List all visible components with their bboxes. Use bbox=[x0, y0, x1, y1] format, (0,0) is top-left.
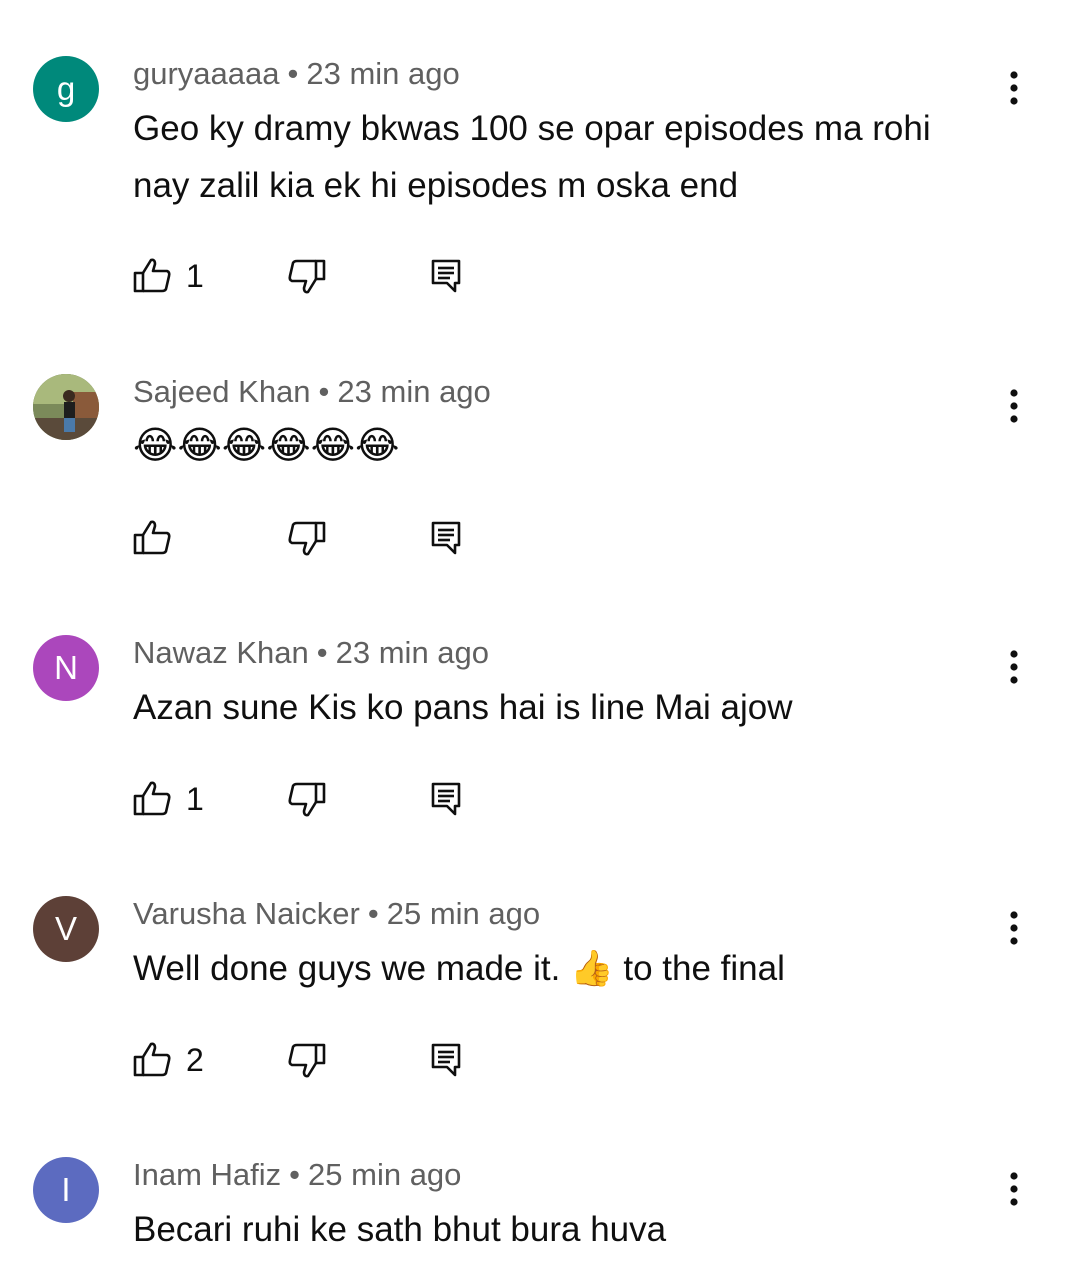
avatar-letter: g bbox=[56, 70, 76, 107]
comment-meta: guryaaaaa • 23 min ago bbox=[133, 56, 460, 92]
avatar-letter: V bbox=[54, 910, 77, 947]
avatar-photo bbox=[33, 374, 99, 440]
dislike-button[interactable] bbox=[287, 777, 327, 821]
avatar[interactable] bbox=[33, 374, 99, 440]
thumbs-down-icon bbox=[288, 259, 326, 294]
comment-author[interactable]: Varusha Naicker bbox=[133, 896, 360, 931]
comment-time: 25 min ago bbox=[386, 896, 541, 931]
thumbs-up-icon bbox=[133, 258, 171, 293]
reply-button[interactable] bbox=[430, 777, 462, 821]
comment-text: Azan sune Kis ko pans hai is line Mai aj… bbox=[133, 688, 793, 727]
comment-text: Becari ruhi ke sath bhut bura huva bbox=[133, 1210, 667, 1249]
thumbs-down-icon bbox=[288, 782, 326, 817]
avatar[interactable]: I bbox=[33, 1157, 99, 1223]
meta-separator: • bbox=[318, 374, 330, 409]
thumbs-down-icon bbox=[288, 1043, 326, 1078]
thumbs-up-icon bbox=[133, 1042, 171, 1077]
reply-button[interactable] bbox=[430, 516, 462, 560]
dislike-button[interactable] bbox=[287, 1038, 327, 1082]
comment-author[interactable]: Nawaz Khan bbox=[133, 635, 309, 670]
comment-actions: 2 bbox=[132, 1038, 492, 1082]
like-button[interactable]: 2 bbox=[132, 1038, 204, 1082]
comment-author[interactable]: guryaaaaa bbox=[133, 56, 280, 91]
thumbs-up-icon bbox=[133, 520, 171, 555]
comment-meta: Nawaz Khan • 23 min ago bbox=[133, 635, 489, 671]
more-vertical-icon[interactable] bbox=[996, 645, 1032, 689]
comment-time: 23 min ago bbox=[306, 56, 460, 91]
meta-separator: • bbox=[316, 635, 328, 670]
more-vertical-icon[interactable] bbox=[996, 66, 1032, 110]
like-count: 1 bbox=[186, 780, 204, 817]
reply-comment-icon bbox=[431, 521, 461, 555]
comment-text: Well done guys we made it. 👍 to the fina… bbox=[133, 949, 785, 988]
more-vertical-icon[interactable] bbox=[996, 1167, 1032, 1211]
like-button[interactable]: 1 bbox=[132, 254, 204, 298]
meta-separator: • bbox=[367, 896, 379, 931]
like-count: 1 bbox=[186, 257, 204, 294]
more-vertical-icon[interactable] bbox=[996, 906, 1032, 950]
reply-button[interactable] bbox=[430, 254, 462, 298]
comment-text: 😂😂😂😂😂😂 bbox=[133, 425, 400, 467]
dislike-button[interactable] bbox=[287, 254, 327, 298]
reply-comment-icon bbox=[431, 259, 461, 293]
avatar[interactable]: g bbox=[33, 56, 99, 122]
like-count: 2 bbox=[186, 1041, 204, 1078]
dislike-button[interactable] bbox=[287, 516, 327, 560]
avatar[interactable]: V bbox=[33, 896, 99, 962]
comment-actions bbox=[132, 516, 492, 560]
meta-separator: • bbox=[287, 56, 299, 91]
comment-actions: 1 bbox=[132, 777, 492, 821]
like-button[interactable] bbox=[132, 516, 186, 560]
avatar[interactable]: N bbox=[33, 635, 99, 701]
like-button[interactable]: 1 bbox=[132, 777, 204, 821]
comment-author[interactable]: Inam Hafiz bbox=[133, 1157, 281, 1192]
reply-comment-icon bbox=[431, 782, 461, 816]
comment-time: 23 min ago bbox=[337, 374, 491, 409]
comment-meta: Inam Hafiz • 25 min ago bbox=[133, 1157, 461, 1193]
more-vertical-icon[interactable] bbox=[996, 384, 1032, 428]
comment-author[interactable]: Sajeed Khan bbox=[133, 374, 311, 409]
reply-button[interactable] bbox=[430, 1038, 462, 1082]
comment-meta: Varusha Naicker • 25 min ago bbox=[133, 896, 540, 932]
comment-time: 23 min ago bbox=[335, 635, 490, 670]
comment-actions: 1 bbox=[132, 254, 492, 298]
thumbs-up-icon bbox=[133, 781, 171, 816]
comment-meta: Sajeed Khan • 23 min ago bbox=[133, 374, 491, 410]
comment-text: Geo ky dramy bkwas 100 se opar episodes … bbox=[133, 109, 931, 205]
avatar-letter: N bbox=[54, 649, 78, 686]
comment-time: 25 min ago bbox=[308, 1157, 462, 1192]
thumbs-down-icon bbox=[288, 521, 326, 556]
meta-separator: • bbox=[289, 1157, 301, 1192]
avatar-letter: I bbox=[61, 1171, 71, 1208]
reply-comment-icon bbox=[431, 1043, 461, 1077]
comments-list: g guryaaaaa • 23 min ago Geo ky dramy bkwa… bbox=[0, 0, 1080, 1281]
